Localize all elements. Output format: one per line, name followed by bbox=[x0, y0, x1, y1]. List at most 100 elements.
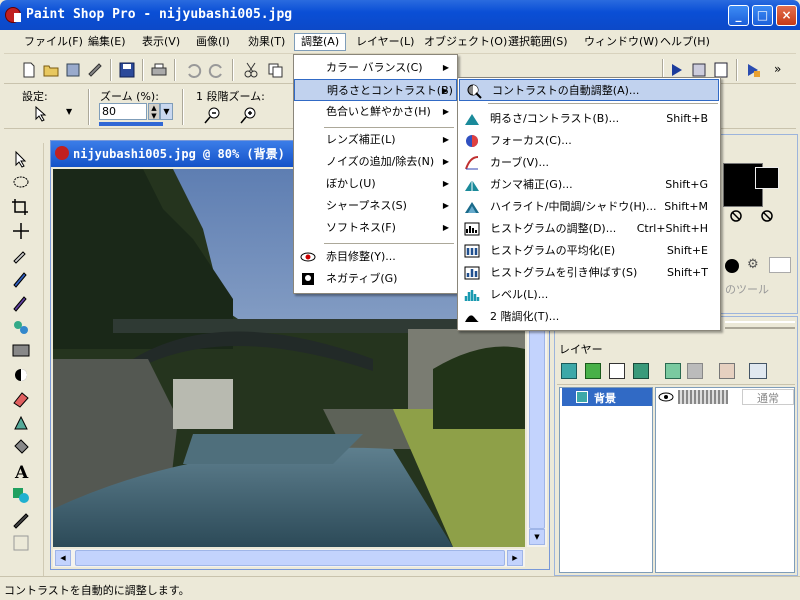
menu-item-histogram-adjust[interactable]: ヒストグラムの調整(D)... Ctrl+Shift+H bbox=[458, 218, 720, 240]
menu-item-negative[interactable]: ネガティブ(G) bbox=[294, 268, 457, 290]
browse-icon[interactable] bbox=[64, 61, 82, 79]
menu-objects[interactable]: オブジェクト(O) bbox=[418, 33, 513, 51]
dodge-tool-icon[interactable] bbox=[10, 365, 32, 385]
scroll-left-icon[interactable]: ◀ bbox=[55, 550, 71, 566]
close-button[interactable]: × bbox=[776, 5, 797, 26]
transparent-bg-icon[interactable] bbox=[760, 209, 774, 223]
new-vector-layer-icon[interactable] bbox=[585, 363, 601, 379]
menu-item-color-balance[interactable]: カラー バランス(C) ▶ bbox=[294, 57, 457, 79]
menu-item-sharpness[interactable]: シャープネス(S) ▶ bbox=[294, 195, 457, 217]
zoom-in-icon[interactable] bbox=[238, 105, 258, 125]
pen-tool-icon[interactable] bbox=[10, 509, 32, 529]
layers-palette-grip[interactable] bbox=[725, 321, 795, 329]
blend-mode-select[interactable]: 通常 bbox=[742, 389, 794, 405]
clone-brush-icon[interactable] bbox=[10, 293, 32, 313]
menu-item-histogram-stretch[interactable]: ヒストグラムを引き伸ばす(S) Shift+T bbox=[458, 262, 720, 284]
move-tool-icon[interactable] bbox=[10, 221, 32, 241]
menu-item-curves[interactable]: カーブ(V)... bbox=[458, 152, 720, 174]
scratch-remover-icon[interactable] bbox=[10, 341, 32, 361]
zoom-out-icon[interactable] bbox=[202, 105, 222, 125]
menu-layers[interactable]: レイヤー(L) bbox=[350, 33, 420, 51]
cut-icon[interactable] bbox=[242, 61, 260, 79]
new-raster-layer-icon[interactable] bbox=[561, 363, 577, 379]
copy-icon[interactable] bbox=[266, 61, 284, 79]
red-eye-icon bbox=[300, 252, 316, 262]
edit-selection-icon[interactable] bbox=[719, 363, 735, 379]
preset-dropdown-arrow-icon[interactable]: ▼ bbox=[66, 107, 72, 116]
scroll-down-icon[interactable]: ▼ bbox=[529, 529, 545, 545]
document-icon[interactable] bbox=[55, 146, 69, 160]
scroll-right-icon[interactable]: ▶ bbox=[507, 550, 523, 566]
maximize-button[interactable]: □ bbox=[752, 5, 773, 26]
save-icon[interactable] bbox=[118, 61, 136, 79]
menu-item-noise[interactable]: ノイズの追加/除去(N) ▶ bbox=[294, 151, 457, 173]
app-icon[interactable] bbox=[5, 7, 21, 23]
crop-tool-icon[interactable] bbox=[10, 197, 32, 217]
menu-item-red-eye[interactable]: 赤目修整(Y)... bbox=[294, 246, 457, 268]
zoom-dropdown-icon[interactable]: ▼ bbox=[160, 103, 173, 120]
background-color-swatch[interactable] bbox=[755, 167, 779, 189]
menu-item-hue-saturation[interactable]: 色合いと鮮やかさ(H) ▶ bbox=[294, 101, 457, 123]
menu-item-softness[interactable]: ソフトネス(F) ▶ bbox=[294, 217, 457, 239]
shape-tool-icon[interactable] bbox=[10, 485, 32, 505]
pan-tool-icon[interactable] bbox=[10, 149, 32, 169]
delete-layer-icon[interactable] bbox=[687, 363, 703, 379]
menu-item-threshold[interactable]: 2 階調化(T)... bbox=[458, 306, 720, 328]
menu-edit[interactable]: 編集(E) bbox=[82, 33, 132, 51]
horizontal-scroll-thumb[interactable] bbox=[75, 550, 505, 566]
color-style-icon[interactable] bbox=[725, 259, 739, 273]
print-icon[interactable] bbox=[150, 61, 168, 79]
menu-item-levels[interactable]: レベル(L)... bbox=[458, 284, 720, 306]
opacity-slider[interactable] bbox=[678, 390, 728, 404]
menu-adjust[interactable]: 調整(A) bbox=[294, 33, 347, 51]
toolbar-overflow-icon[interactable]: » bbox=[774, 62, 781, 76]
transparent-fg-icon[interactable] bbox=[729, 209, 743, 223]
flood-fill-icon[interactable] bbox=[10, 437, 32, 457]
zoom-slider[interactable] bbox=[99, 122, 163, 126]
replace-color-icon[interactable] bbox=[10, 317, 32, 337]
menu-view[interactable]: 表示(V) bbox=[136, 33, 186, 51]
selection-tool-icon[interactable] bbox=[10, 173, 32, 193]
duplicate-layer-icon[interactable] bbox=[665, 363, 681, 379]
layer-row-background[interactable]: 背景 bbox=[562, 388, 652, 406]
undo-icon[interactable] bbox=[184, 61, 202, 79]
eraser-tool-icon[interactable] bbox=[10, 389, 32, 409]
new-mask-layer-icon[interactable] bbox=[609, 363, 625, 379]
warp-brush-icon[interactable] bbox=[10, 533, 32, 553]
menu-window[interactable]: ウィンドウ(W) bbox=[578, 33, 664, 51]
menu-item-brightness[interactable]: 明るさ/コントラスト(B)... Shift+B bbox=[458, 108, 720, 130]
menu-item-lens-correction[interactable]: レンズ補正(L) ▶ bbox=[294, 129, 457, 151]
menu-effects[interactable]: 効果(T) bbox=[242, 33, 291, 51]
zoom-spinner[interactable]: ▲ ▼ bbox=[148, 103, 160, 120]
menu-item-gamma[interactable]: ガンマ補正(G)... Shift+G bbox=[458, 174, 720, 196]
menu-item-brightness-contrast[interactable]: 明るさとコントラスト(B) ▶ bbox=[294, 79, 457, 101]
open-folder-icon[interactable] bbox=[42, 61, 60, 79]
scan-icon[interactable] bbox=[86, 61, 104, 79]
run-script-icon[interactable] bbox=[744, 61, 762, 79]
paint-brush-icon[interactable] bbox=[10, 269, 32, 289]
menu-item-histogram-equalize[interactable]: ヒストグラムの平均化(E) Shift+E bbox=[458, 240, 720, 262]
picture-tube-icon[interactable] bbox=[10, 413, 32, 433]
layer-properties-icon[interactable] bbox=[749, 363, 767, 379]
new-group-layer-icon[interactable] bbox=[633, 363, 649, 379]
zoom-input[interactable] bbox=[99, 103, 147, 120]
visibility-eye-icon[interactable] bbox=[658, 391, 674, 403]
gradient-style-icon[interactable]: ⚙ bbox=[747, 257, 761, 273]
text-tool-icon[interactable]: A bbox=[10, 461, 32, 481]
new-file-icon[interactable] bbox=[20, 61, 38, 79]
redo-icon[interactable] bbox=[208, 61, 226, 79]
layers-toolbar bbox=[557, 359, 795, 385]
menu-selections[interactable]: 選択範囲(S) bbox=[502, 33, 574, 51]
menu-item-auto-contrast[interactable]: コントラストの自動調整(A)... bbox=[459, 79, 719, 101]
minimize-button[interactable]: _ bbox=[728, 5, 749, 26]
menu-file[interactable]: ファイル(F) bbox=[18, 33, 89, 51]
horizontal-scrollbar[interactable]: ◀ ▶ bbox=[53, 549, 525, 567]
menu-item-blur[interactable]: ぼかし(U) ▶ bbox=[294, 173, 457, 195]
menu-image[interactable]: 画像(I) bbox=[190, 33, 236, 51]
arrow-cursor-icon[interactable] bbox=[32, 105, 50, 123]
dropper-tool-icon[interactable] bbox=[10, 245, 32, 265]
pattern-style-icon[interactable] bbox=[769, 257, 791, 273]
menu-help[interactable]: ヘルプ(H) bbox=[654, 33, 716, 51]
menu-item-focus[interactable]: フォーカス(C)... bbox=[458, 130, 720, 152]
menu-item-highlight-midtone-shadow[interactable]: ハイライト/中間調/シャドウ(H)... Shift+M bbox=[458, 196, 720, 218]
